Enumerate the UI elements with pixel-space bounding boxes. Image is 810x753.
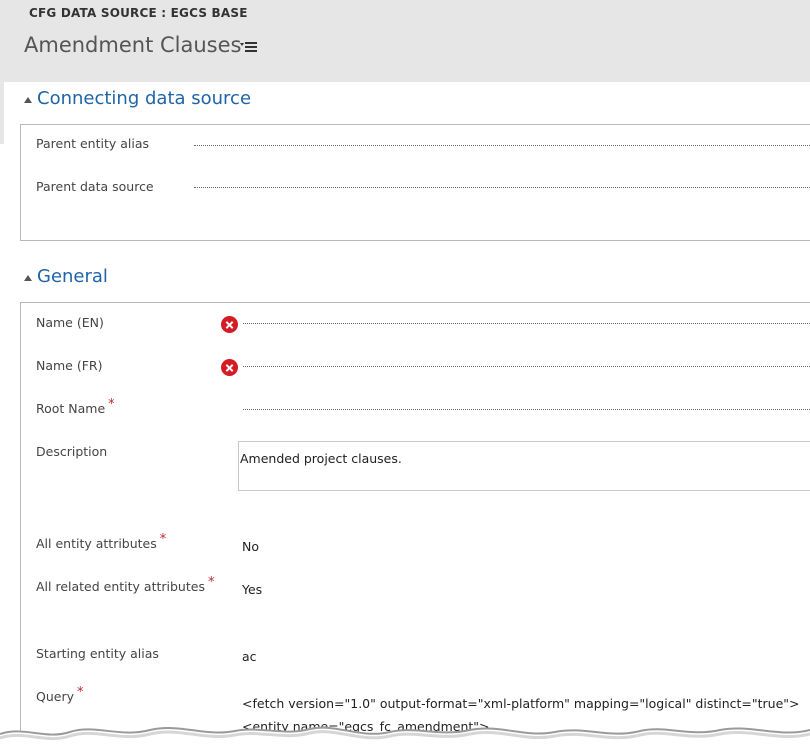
required-marker: *: [207, 575, 215, 590]
section-toggle-general[interactable]: General: [24, 266, 108, 287]
starting-entity-alias-value[interactable]: ac: [242, 649, 257, 664]
root-name-input[interactable]: [243, 409, 810, 410]
parent-entity-alias-label: Parent entity alias: [36, 136, 150, 151]
section-toggle-connecting[interactable]: Connecting data source: [24, 88, 251, 109]
section-title-general: General: [37, 266, 108, 287]
root-name-label-text: Root Name: [36, 401, 106, 416]
description-textarea[interactable]: Amended project clauses.: [238, 441, 810, 491]
left-strip: [0, 82, 4, 144]
query-line-1[interactable]: <fetch version="1.0" output-format="xml-…: [242, 696, 800, 711]
record-title: Amendment Clauses: [24, 33, 242, 57]
parent-data-source-input[interactable]: [194, 187, 810, 188]
query-label-text: Query: [36, 689, 74, 704]
parent-data-source-label: Parent data source: [36, 179, 154, 194]
name-en-input[interactable]: [243, 323, 810, 324]
all-related-entity-attributes-label-text: All related entity attributes: [36, 579, 205, 594]
description-label: Description: [36, 444, 108, 459]
entity-type-label: CFG DATA SOURCE : EGCS BASE: [29, 6, 248, 20]
all-entity-attributes-label-text: All entity attributes: [36, 536, 157, 551]
name-fr-label: Name (FR): [36, 358, 103, 373]
collapse-icon: [24, 274, 32, 281]
root-name-label: Root Name *: [36, 397, 115, 417]
name-en-label: Name (EN): [36, 315, 104, 330]
name-fr-input[interactable]: [243, 366, 810, 367]
parent-entity-alias-input[interactable]: [194, 145, 810, 146]
all-related-entity-attributes-value[interactable]: Yes: [242, 582, 262, 597]
starting-entity-alias-label: Starting entity alias: [36, 646, 159, 661]
required-marker: *: [108, 397, 115, 412]
required-marker: *: [77, 685, 84, 700]
form-header: CFG DATA SOURCE : EGCS BASE Amendment Cl…: [0, 0, 810, 82]
all-entity-attributes-label: All entity attributes *: [36, 532, 166, 552]
error-icon[interactable]: [221, 316, 238, 333]
collapse-icon: [24, 96, 32, 103]
required-marker: *: [159, 532, 167, 547]
torn-edge: [0, 726, 810, 753]
error-icon[interactable]: [221, 359, 238, 376]
query-label: Query *: [36, 685, 84, 705]
all-entity-attributes-value[interactable]: No: [242, 539, 259, 554]
menu-icon[interactable]: [240, 40, 258, 54]
section-title-connecting: Connecting data source: [37, 88, 252, 109]
all-related-entity-attributes-label: All related entity attributes *: [36, 575, 214, 595]
general-section-box: [20, 302, 810, 753]
